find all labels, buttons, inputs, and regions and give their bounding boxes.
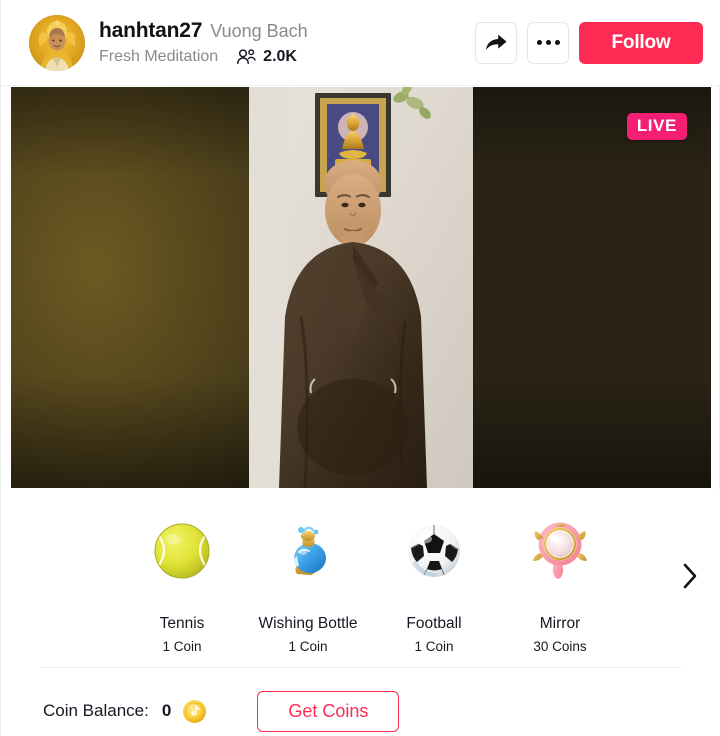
share-button[interactable] <box>475 21 517 64</box>
gift-price: 1 Coin <box>414 639 454 654</box>
coin-balance-label: Coin Balance: <box>43 701 149 720</box>
wallet-divider <box>41 667 681 668</box>
get-coins-button[interactable]: Get Coins <box>257 690 400 732</box>
gift-name: Mirror <box>539 615 581 632</box>
wallet-bar: Coin Balance: 0 Get Coins <box>1 685 720 736</box>
mirror-icon <box>530 515 590 587</box>
display-name: Vuong Bach <box>210 21 308 41</box>
tiktok-coin-icon <box>182 699 207 724</box>
gift-item-wishing-bottle[interactable]: Wishing Bottle 1 Coin <box>245 515 371 654</box>
more-options-button[interactable] <box>527 21 569 64</box>
viewer-count-group: 2.0K <box>236 48 297 66</box>
viewers-people-icon <box>237 49 256 64</box>
topic-line: Fresh Meditation 2.0K <box>99 48 475 66</box>
follow-button[interactable]: Follow <box>579 21 703 64</box>
gift-price: 1 Coin <box>162 639 202 654</box>
stream-meta: hanhtan27 Vuong Bach Fresh Meditation 2.… <box>99 19 475 66</box>
video-center-frame <box>249 87 473 488</box>
gift-panel: Tennis 1 Coin Wishing Bottle 1 Coin Foot… <box>1 489 720 736</box>
avatar[interactable] <box>29 14 85 71</box>
gift-item-tennis[interactable]: Tennis 1 Coin <box>119 515 245 654</box>
football-icon <box>405 515 463 587</box>
chevron-right-icon <box>683 563 697 589</box>
tennis-ball-icon <box>152 515 212 587</box>
live-badge: LIVE <box>626 113 687 140</box>
gift-next-page-button[interactable] <box>677 561 703 591</box>
gift-name: Tennis <box>159 615 205 632</box>
header-actions: Follow <box>475 21 703 64</box>
live-stream-panel: hanhtan27 Vuong Bach Fresh Meditation 2.… <box>0 0 720 736</box>
gift-list: Tennis 1 Coin Wishing Bottle 1 Coin Foot… <box>1 515 720 655</box>
monk-live-feed-image <box>249 87 473 488</box>
username: hanhtan27 <box>99 19 203 42</box>
coin-balance-value: 0 <box>161 701 172 720</box>
gift-price: 30 Coins <box>533 639 587 654</box>
gift-item-football[interactable]: Football 1 Coin <box>371 515 497 654</box>
live-video-player[interactable]: LIVE <box>11 87 711 488</box>
buddha-avatar-icon <box>29 14 85 71</box>
stream-header: hanhtan27 Vuong Bach Fresh Meditation 2.… <box>1 0 720 86</box>
gift-name: Wishing Bottle <box>258 615 358 632</box>
wishing-bottle-icon <box>277 515 339 587</box>
gift-item-mirror[interactable]: Mirror 30 Coins <box>497 515 623 654</box>
creator-line: hanhtan27 Vuong Bach <box>99 19 475 43</box>
viewer-count: 2.0K <box>263 48 297 65</box>
gift-name: Football <box>406 615 462 632</box>
gift-price: 1 Coin <box>288 639 328 654</box>
stream-topic: Fresh Meditation <box>99 48 219 65</box>
more-options-icon <box>536 40 560 45</box>
share-arrow-icon <box>486 34 507 50</box>
